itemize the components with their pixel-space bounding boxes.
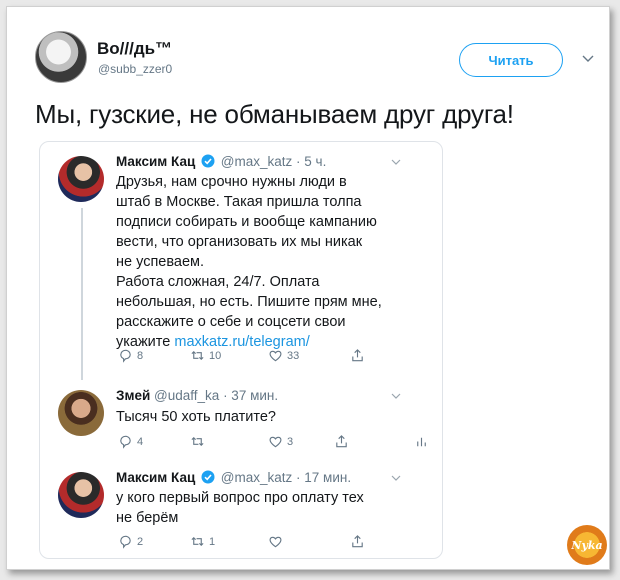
thread-connector-line: [81, 208, 83, 380]
chevron-down-icon[interactable]: [390, 156, 402, 168]
author-avatar[interactable]: [35, 31, 87, 83]
retweet-count: 1: [209, 535, 216, 548]
follow-button[interactable]: Читать: [459, 43, 563, 77]
retweet-button[interactable]: 10: [190, 348, 268, 363]
heart-icon: [269, 350, 282, 362]
retweet-button[interactable]: 1: [190, 534, 268, 549]
chevron-down-icon[interactable]: [390, 472, 402, 484]
text-line: не берём: [116, 510, 179, 526]
thread-time[interactable]: · 37 мин.: [223, 388, 278, 403]
reply-count: 4: [137, 435, 144, 448]
retweet-icon: [191, 350, 204, 361]
heart-icon: [269, 436, 282, 448]
thread-time[interactable]: · 17 мин.: [296, 470, 351, 485]
reply-button[interactable]: 8: [118, 348, 190, 363]
thread-tweet-header: Змей @udaff_ka · 37 мин.: [116, 388, 278, 403]
thread-author-handle[interactable]: @max_katz: [221, 470, 292, 485]
author-name[interactable]: Во///дь™: [97, 39, 172, 59]
like-button[interactable]: 3: [268, 434, 334, 449]
thread-tweet-text: Тысяч 50 хоть платите?: [116, 407, 416, 427]
text-line: расскажите о себе и соцсети свои: [116, 314, 346, 330]
thread-author-name[interactable]: Максим Кац: [116, 470, 195, 485]
reply-icon: [120, 535, 131, 549]
like-button[interactable]: [268, 534, 350, 549]
thread-author-handle[interactable]: @max_katz: [221, 154, 292, 169]
retweet-icon: [191, 436, 204, 447]
author-handle[interactable]: @subb_zzer0: [98, 62, 172, 76]
thread-author-handle[interactable]: @udaff_ka: [154, 388, 219, 403]
reply-button[interactable]: 2: [118, 534, 190, 549]
tweet-text: Мы, гузские, не обманываем друг друга!: [35, 99, 514, 129]
avatar[interactable]: [58, 390, 104, 436]
text-line: вести, что организовать их мы никак: [116, 234, 363, 250]
quoted-thread[interactable]: Максим Кац @max_katz · 5 ч. Друзья, нам …: [39, 141, 443, 559]
reply-count: 2: [137, 535, 144, 548]
tweet-actions: 8 10 33: [118, 348, 365, 363]
like-count: 33: [287, 349, 300, 362]
text-line: небольшая, но есть. Пишите прям мне,: [116, 294, 382, 310]
thread-tweet-header: Максим Кац @max_katz · 5 ч.: [116, 154, 326, 169]
avatar[interactable]: [58, 472, 104, 518]
text-line: Работа сложная, 24/7. Оплата: [116, 274, 320, 290]
like-count: 3: [287, 435, 294, 448]
share-icon: [352, 535, 363, 548]
reply-icon: [120, 349, 131, 363]
tweet-actions: 2 1: [118, 534, 365, 549]
retweet-icon: [191, 536, 204, 547]
text-line: штаб в Москве. Такая пришла толпа: [116, 194, 362, 210]
verified-badge-icon: [201, 154, 215, 168]
retweet-count: 10: [209, 349, 222, 362]
avatar[interactable]: [58, 156, 104, 202]
watermark-logo: Nyka: [567, 525, 607, 565]
share-icon: [336, 435, 347, 448]
heart-icon: [269, 536, 282, 548]
thread-author-name[interactable]: Максим Кац: [116, 154, 195, 169]
reply-count: 8: [137, 349, 144, 362]
text-line: Тысяч 50 хоть платите?: [116, 409, 276, 425]
reply-icon: [120, 435, 131, 449]
tweet-actions: 4 3: [118, 434, 429, 449]
retweet-button[interactable]: [190, 434, 268, 449]
text-line: у кого первый вопрос про оплату тех: [116, 490, 364, 506]
thread-tweet-header: Максим Кац @max_katz · 17 мин.: [116, 470, 351, 485]
text-line: подписи собирать и вообще кампанию: [116, 214, 377, 230]
thread-tweet-text: у кого первый вопрос про оплату тех не б…: [116, 488, 416, 528]
share-button[interactable]: [334, 434, 414, 449]
reply-button[interactable]: 4: [118, 434, 190, 449]
like-button[interactable]: 33: [268, 348, 350, 363]
analytics-button[interactable]: [414, 434, 429, 449]
tweet-card: Во///дь™ @subb_zzer0 Читать Мы, гузские,…: [6, 6, 610, 570]
share-icon: [352, 349, 363, 362]
thread-tweet-text: Друзья, нам срочно нужны люди в штаб в М…: [116, 172, 416, 352]
share-button[interactable]: [350, 348, 365, 363]
analytics-icon: [417, 437, 426, 447]
share-button[interactable]: [350, 534, 365, 549]
thread-time[interactable]: · 5 ч.: [296, 154, 326, 169]
text-line: не успеваем.: [116, 254, 205, 270]
thread-author-name[interactable]: Змей: [116, 388, 150, 403]
text-line: Друзья, нам срочно нужны люди в: [116, 174, 347, 190]
chevron-down-icon[interactable]: [581, 51, 595, 65]
chevron-down-icon[interactable]: [390, 390, 402, 402]
verified-badge-icon: [201, 470, 215, 484]
